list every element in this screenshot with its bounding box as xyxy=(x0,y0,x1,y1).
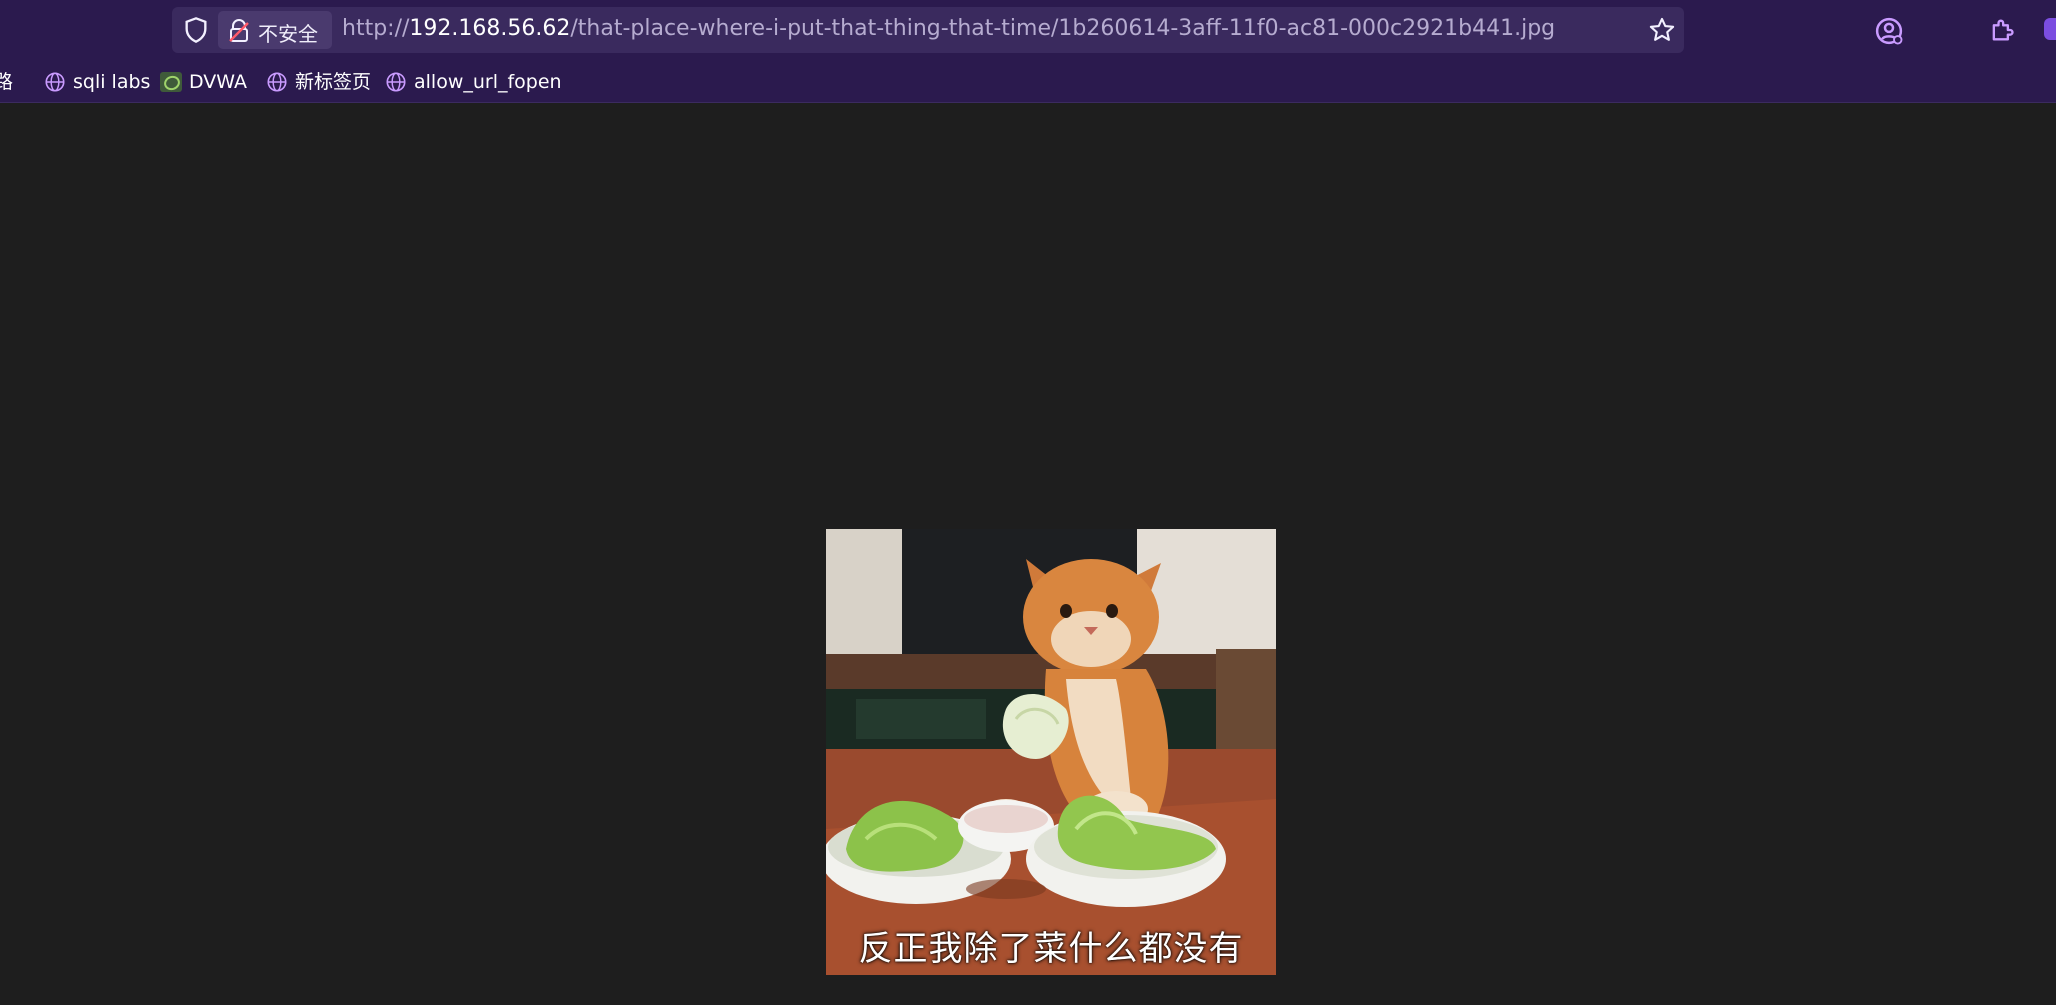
bookmark-label: allow_url_fopen xyxy=(414,71,562,93)
bookmark-item-sqli-labs[interactable]: sqli labs xyxy=(44,69,164,95)
dvwa-icon xyxy=(160,72,182,92)
globe-icon xyxy=(45,72,65,92)
globe-icon xyxy=(267,72,287,92)
url-scheme: http:// xyxy=(342,16,410,41)
shield-icon[interactable] xyxy=(182,16,210,44)
bookmark-item-partial[interactable]: 路 xyxy=(0,69,30,95)
bookmark-label: 路 xyxy=(0,71,14,93)
url-text[interactable]: http://192.168.56.62/that-place-where-i-… xyxy=(342,16,1555,41)
url-path: /that-place-where-i-put-that-thing-that-… xyxy=(570,16,1556,41)
security-status-label: 不安全 xyxy=(258,22,318,46)
insecure-lock-icon xyxy=(229,19,249,42)
bookmark-item-allow-url-fopen[interactable]: allow_url_fopen xyxy=(385,69,565,95)
toolbar-edge-button[interactable] xyxy=(2044,18,2056,40)
globe-icon xyxy=(386,72,406,92)
bookmark-item-dvwa[interactable]: DVWA xyxy=(160,69,260,95)
browser-toolbar: 不安全 http://192.168.56.62/that-place-wher… xyxy=(0,0,2056,60)
bookmark-item-new-tab[interactable]: 新标签页 xyxy=(266,69,376,95)
bookmark-label: 新标签页 xyxy=(295,71,372,93)
bookmarks-bar: 路 sqli labs DVWA 新标签页 allow_url_fopen xyxy=(0,60,2056,103)
image-caption: 反正我除了菜什么都没有 xyxy=(858,929,1244,969)
extensions-icon[interactable] xyxy=(1988,16,2016,44)
bookmark-label: sqli labs xyxy=(73,71,151,93)
bookmark-star-icon[interactable] xyxy=(1648,16,1676,44)
account-icon[interactable] xyxy=(1874,16,1904,46)
displayed-image[interactable]: 反正我除了菜什么都没有 xyxy=(826,529,1276,975)
url-host: 192.168.56.62 xyxy=(409,16,571,41)
site-security-button[interactable]: 不安全 xyxy=(218,11,332,49)
cat-photo xyxy=(826,529,1276,975)
bookmark-label: DVWA xyxy=(189,71,248,93)
